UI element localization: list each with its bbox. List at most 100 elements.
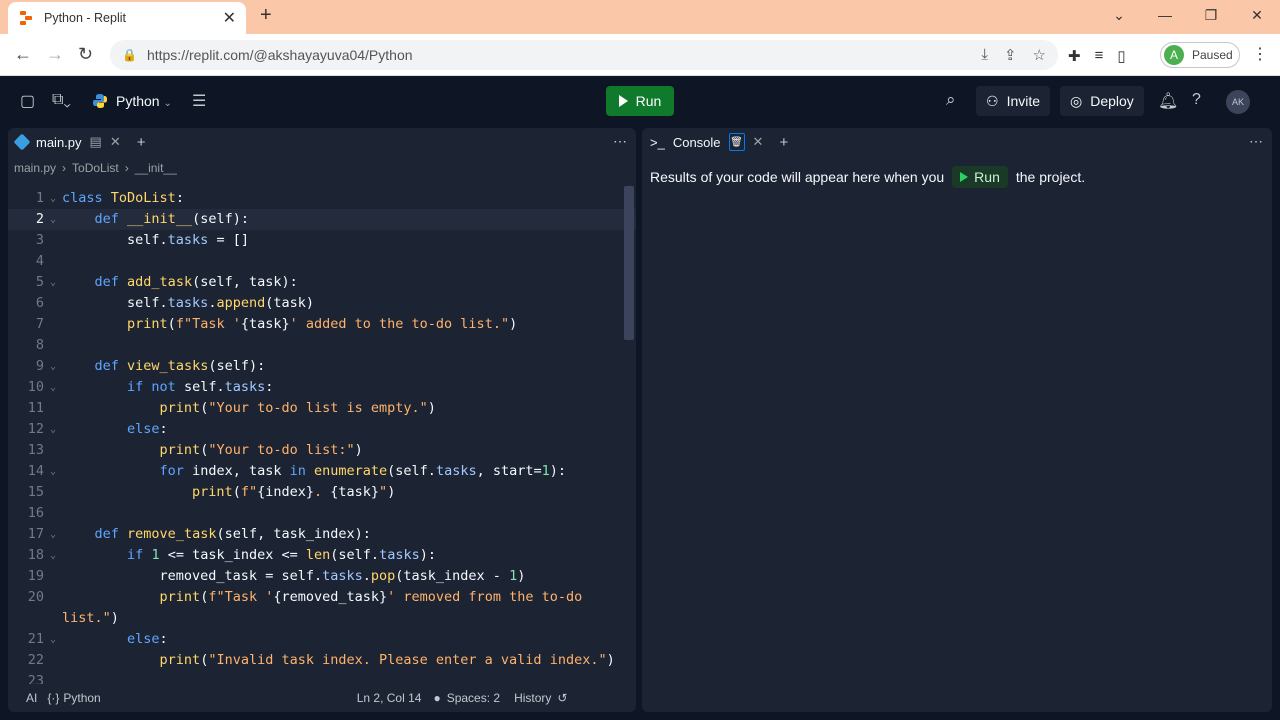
notifications-bell-icon[interactable]: 🔔︎ (1158, 91, 1178, 111)
search-icon[interactable]: ⌕ (946, 90, 956, 110)
tab-search-chevron-icon[interactable]: ⌄ (1096, 7, 1142, 24)
sidebar-toggle-icon[interactable]: ▢ (20, 91, 35, 111)
profile-button[interactable]: A Paused (1160, 42, 1240, 68)
code-text[interactable]: if 1 <= task_index <= len(self.tasks): (62, 545, 436, 566)
code-line[interactable]: 21 ⌄ else: (8, 629, 636, 650)
minimize-icon[interactable]: — (1142, 7, 1188, 23)
code-line[interactable]: 4 (8, 251, 636, 272)
history-icon[interactable]: ↺ (557, 691, 567, 705)
fold-chevron-icon[interactable]: ⌄ (44, 188, 62, 209)
code-text[interactable]: self.tasks = [] (62, 230, 249, 251)
close-window-icon[interactable]: ✕ (1234, 7, 1280, 24)
forward-icon[interactable]: → (46, 44, 64, 65)
code-text[interactable]: print("Your to-do list:") (62, 440, 363, 461)
install-app-icon[interactable]: ⤓ (981, 46, 988, 64)
reading-list-icon[interactable]: ≡ (1095, 47, 1104, 65)
repl-menu-icon[interactable]: ⧉⌄ (52, 91, 71, 109)
code-line[interactable]: 23 (8, 671, 636, 684)
fold-chevron-icon[interactable]: ⌄ (44, 545, 62, 566)
fold-chevron-icon[interactable]: ⌄ (44, 419, 62, 440)
code-line[interactable]: 7 print(f"Task '{task}' added to the to-… (8, 314, 636, 335)
code-line[interactable]: 12 ⌄ else: (8, 419, 636, 440)
fold-chevron-icon[interactable]: ⌄ (44, 377, 62, 398)
code-text[interactable]: print(f"Task '{task}' added to the to-do… (62, 314, 517, 335)
code-line[interactable]: 10 ⌄ if not self.tasks: (8, 377, 636, 398)
code-text[interactable]: print(f"{index}. {task}") (62, 482, 395, 503)
code-text[interactable]: print("Invalid task index. Please enter … (62, 650, 615, 671)
fold-chevron-icon[interactable]: ⌄ (44, 209, 62, 230)
history-label[interactable]: History (514, 691, 551, 705)
crumb-file[interactable]: main.py (14, 161, 56, 175)
browser-tab[interactable]: Python - Replit ✕ (8, 2, 246, 34)
add-console-tab-icon[interactable]: + (779, 134, 788, 151)
code-line[interactable]: 9 ⌄ def view_tasks(self): (8, 356, 636, 377)
side-panel-icon[interactable]: ▯ (1117, 47, 1125, 65)
fold-chevron-icon[interactable]: ⌄ (44, 524, 62, 545)
cursor-position[interactable]: Ln 2, Col 14 (357, 691, 422, 705)
code-text[interactable]: for index, task in enumerate(self.tasks,… (62, 461, 566, 482)
invite-button[interactable]: ⚇ Invite (976, 86, 1051, 116)
code-text[interactable]: def add_task(self, task): (62, 272, 298, 293)
add-tab-icon[interactable]: + (137, 134, 146, 151)
code-line[interactable]: 18 ⌄ if 1 <= task_index <= len(self.tasks… (8, 545, 636, 566)
code-line[interactable]: 6 self.tasks.append(task) (8, 293, 636, 314)
crumb-method[interactable]: __init__ (135, 161, 177, 175)
code-line[interactable]: 8 (8, 335, 636, 356)
code-line[interactable]: 13 print("Your to-do list:") (8, 440, 636, 461)
url-bar[interactable]: 🔒 https://replit.com/@akshayayuva04/Pyth… (110, 40, 1058, 70)
close-tab-icon[interactable]: ✕ (110, 134, 121, 150)
code-line[interactable]: 15 print(f"{index}. {task}") (8, 482, 636, 503)
code-line[interactable]: 5 ⌄ def add_task(self, task): (8, 272, 636, 293)
close-console-tab-icon[interactable]: ✕ (753, 134, 764, 150)
editor-more-icon[interactable]: ⋯ (613, 133, 628, 150)
deploy-button[interactable]: ◎ Deploy (1060, 86, 1144, 116)
code-text[interactable]: list.") (8, 608, 119, 629)
tab-close-icon[interactable]: ✕ (223, 8, 236, 28)
fold-chevron-icon[interactable]: ⌄ (44, 461, 62, 482)
code-text[interactable]: def __init__(self): (62, 209, 249, 230)
project-info-icon[interactable]: ☰ (192, 91, 206, 111)
code-text[interactable]: if not self.tasks: (62, 377, 273, 398)
restore-icon[interactable]: ❐ (1188, 7, 1234, 24)
code-line[interactable]: 11 print("Your to-do list is empty.") (8, 398, 636, 419)
back-icon[interactable]: ← (14, 44, 32, 65)
ai-toggle[interactable]: AI (26, 691, 37, 705)
code-text[interactable]: print(f"Task '{removed_task}' removed fr… (62, 587, 583, 608)
code-line[interactable]: 1 ⌄ class ToDoList: (8, 188, 636, 209)
lock-icon[interactable]: 🔒 (122, 48, 137, 62)
console-more-icon[interactable]: ⋯ (1249, 133, 1264, 150)
code-line[interactable]: list.") (8, 608, 636, 629)
code-text[interactable]: removed_task = self.tasks.pop(task_index… (62, 566, 526, 587)
code-line[interactable]: 16 (8, 503, 636, 524)
code-line[interactable]: 14 ⌄ for index, task in enumerate(self.ta… (8, 461, 636, 482)
code-line[interactable]: 17 ⌄ def remove_task(self, task_index): (8, 524, 636, 545)
fold-chevron-icon[interactable]: ⌄ (44, 629, 62, 650)
console-run-button[interactable]: Run (952, 166, 1008, 188)
code-line[interactable]: 22 print("Invalid task index. Please ent… (8, 650, 636, 671)
console-tab[interactable]: >_ Console 🗑︎ ✕ (642, 128, 771, 156)
indent-setting[interactable]: Spaces: 2 (447, 691, 500, 705)
editor-scrollbar[interactable] (624, 186, 634, 340)
code-line[interactable]: 3 self.tasks = [] (8, 230, 636, 251)
help-icon[interactable]: ? (1192, 91, 1201, 109)
tab-options-icon[interactable]: ▤ (90, 134, 102, 150)
code-line[interactable]: 20 print(f"Task '{removed_task}' removed… (8, 587, 636, 608)
browser-menu-icon[interactable]: ⋮ (1252, 44, 1268, 64)
code-text[interactable]: else: (62, 629, 168, 650)
language-label[interactable]: Python (63, 691, 100, 705)
reload-icon[interactable]: ↻ (78, 44, 93, 65)
url-text[interactable]: https://replit.com/@akshayayuva04/Python (147, 47, 413, 63)
code-line[interactable]: 19 removed_task = self.tasks.pop(task_in… (8, 566, 636, 587)
fold-chevron-icon[interactable]: ⌄ (44, 356, 62, 377)
code-text[interactable]: else: (62, 419, 168, 440)
share-icon[interactable]: ⇪ (1004, 46, 1017, 64)
code-editor[interactable]: 1 ⌄ class ToDoList: 2 ⌄ def __init__(self): 3… (8, 188, 636, 684)
code-text[interactable]: def view_tasks(self): (62, 356, 266, 377)
new-tab-icon[interactable]: + (260, 4, 272, 27)
project-name[interactable]: Python ⌄ (116, 93, 172, 109)
clear-console-icon[interactable]: 🗑︎ (728, 133, 745, 151)
run-button[interactable]: Run (606, 86, 674, 116)
extensions-icon[interactable]: ✚ (1068, 47, 1081, 65)
code-text[interactable]: def remove_task(self, task_index): (62, 524, 371, 545)
user-avatar[interactable]: AK (1226, 90, 1250, 114)
